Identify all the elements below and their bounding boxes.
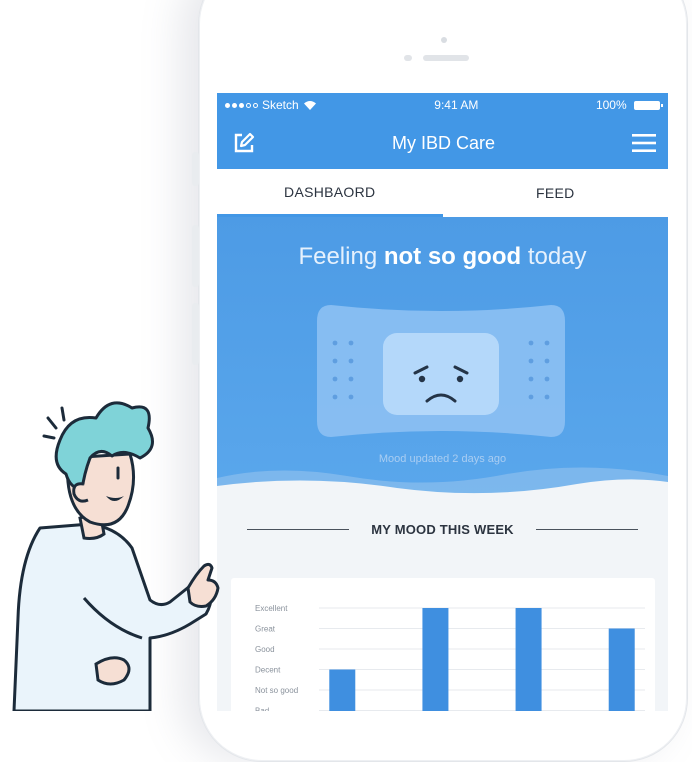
mood-week-heading: MY MOOD THIS WEEK: [217, 522, 668, 537]
menu-icon[interactable]: [632, 133, 656, 153]
mood-value: not so good: [383, 243, 522, 270]
mood-chart-svg: Excellent Great Good Decent Not so good Bad: [255, 604, 645, 712]
tab-feed[interactable]: FEED: [443, 169, 669, 217]
chart-y-label: Great: [255, 625, 276, 634]
mood-suffix: today: [527, 243, 587, 270]
status-time: 9:41 AM: [434, 98, 479, 112]
camera-dot: [441, 37, 447, 43]
mood-week-title: MY MOOD THIS WEEK: [371, 522, 514, 537]
divider-left: [247, 529, 350, 530]
chart-bar[interactable]: [329, 669, 356, 712]
carrier-label: Sketch: [262, 98, 299, 112]
chart-bar[interactable]: [422, 608, 449, 711]
chart-y-label: Not so good: [255, 686, 298, 695]
battery-icon: [633, 101, 663, 111]
earpiece-speaker: [423, 55, 469, 61]
phone-screen: Sketch 9:41 AM 100% My IBD Care DASHBAOR…: [217, 93, 668, 711]
mood-hero: Feeling not so good today Mood updated 2…: [217, 217, 668, 504]
edit-icon[interactable]: [233, 132, 255, 154]
chart-bar[interactable]: [608, 628, 635, 712]
hero-wave: [217, 467, 668, 504]
divider-right: [535, 529, 638, 530]
battery-label: 100%: [595, 98, 627, 112]
phone-volume-down: [192, 303, 199, 365]
person-illustration: [12, 401, 220, 711]
battery-indicator: 100%: [595, 98, 663, 112]
signal-dots-icon: [225, 102, 258, 108]
app-header: My IBD Care: [217, 117, 668, 169]
wifi-icon: [303, 100, 316, 110]
sensor: [404, 55, 412, 61]
mood-heading: Feeling not so good today: [217, 217, 668, 271]
chart-y-label: Excellent: [255, 604, 288, 613]
status-bar: Sketch 9:41 AM 100%: [217, 93, 668, 117]
tab-bar: DASHBAORD FEED: [217, 169, 668, 217]
chart-bar[interactable]: [515, 608, 542, 711]
mood-chart: Excellent Great Good Decent Not so good Bad: [231, 578, 655, 711]
chart-y-label: Bad: [255, 707, 269, 712]
chart-y-label: Decent: [255, 666, 281, 675]
app-title: My IBD Care: [391, 132, 496, 153]
phone-volume-up: [192, 225, 199, 287]
mood-prefix: Feeling: [298, 243, 378, 270]
chart-y-label: Good: [255, 645, 275, 654]
phone-side-button: [192, 152, 199, 186]
sad-bandage-icon[interactable]: [317, 297, 565, 445]
tab-dashboard[interactable]: DASHBAORD: [217, 169, 443, 217]
